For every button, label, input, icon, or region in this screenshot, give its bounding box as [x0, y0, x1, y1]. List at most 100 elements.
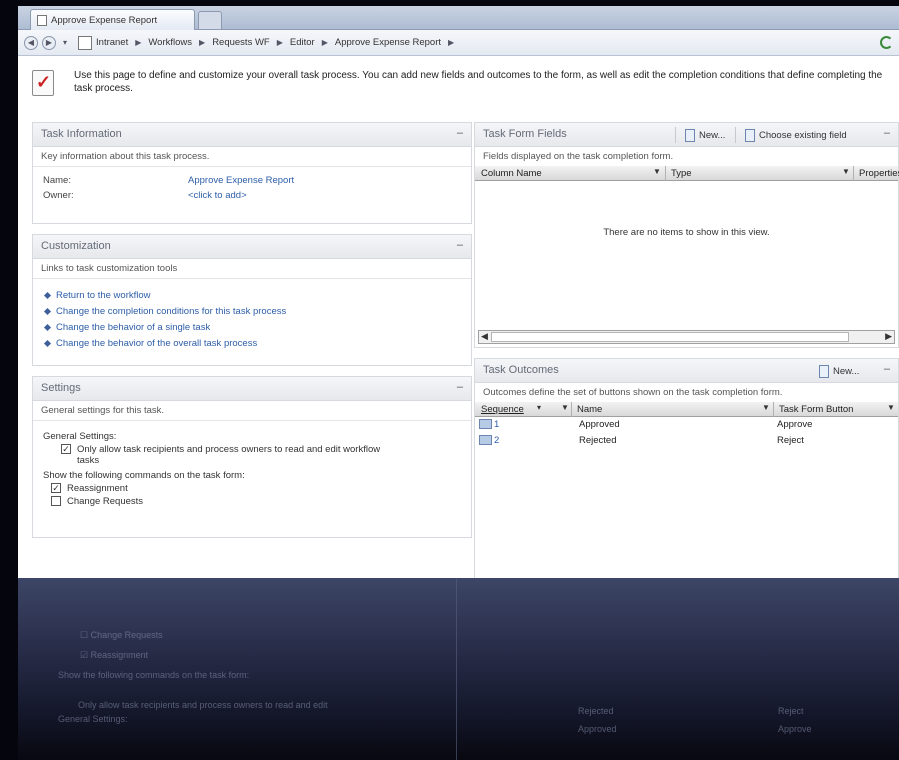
dropdown-icon[interactable]: ▼	[762, 403, 770, 412]
owner-row: Owner: <click to add>	[33, 190, 471, 205]
outcome-name: Approved	[579, 419, 620, 430]
task-form-fields-panel: Task Form Fields New... Choose existing …	[474, 122, 899, 348]
intro-text: Use this page to define and customize yo…	[74, 70, 883, 94]
scroll-left-icon[interactable]: ◀	[481, 331, 488, 342]
dropdown-icon[interactable]: ▼	[842, 167, 850, 176]
link-text[interactable]: Change the completion conditions for thi…	[56, 306, 286, 317]
change-requests-checkbox[interactable]	[51, 496, 61, 506]
customization-panel: Customization – Links to task customizat…	[32, 234, 472, 366]
name-value[interactable]: Approve Expense Report	[188, 175, 294, 186]
name-header[interactable]: Name	[577, 404, 602, 415]
type-header[interactable]: Type	[671, 168, 692, 179]
collapse-icon[interactable]: –	[884, 127, 890, 139]
table-row[interactable]: 2 Rejected Reject	[475, 433, 898, 449]
new-document-icon	[819, 364, 829, 378]
back-button[interactable]: ◀	[24, 35, 38, 50]
link-text[interactable]: Change the behavior of the overall task …	[56, 338, 257, 349]
dropdown-icon[interactable]: ▼	[561, 403, 569, 412]
collapse-icon[interactable]: –	[457, 127, 463, 139]
new-tab-button[interactable]	[198, 11, 222, 29]
task-form-fields-description: Fields displayed on the task completion …	[483, 151, 674, 162]
customization-links: Return to the workflow Change the comple…	[33, 279, 471, 359]
column-name-header[interactable]: Column Name	[481, 168, 542, 179]
settings-title: Settings	[41, 382, 81, 394]
address-bar: ◀ ▶ ▾ Intranet ▶ Workflows ▶ Requests WF…	[18, 30, 899, 56]
restrict-access-option: ✓ Only allow task recipients and process…	[61, 444, 461, 466]
outcomes-grid-header: Sequence ▾ ▼ Name ▼ Task Form Button ▼	[475, 402, 898, 417]
scroll-right-icon[interactable]: ▶	[885, 331, 892, 342]
owner-value[interactable]: <click to add>	[188, 190, 247, 201]
table-row[interactable]: 1 Approved Approve	[475, 417, 898, 433]
collapse-icon[interactable]: –	[457, 239, 463, 251]
reflection-text: ☑ Reassignment	[80, 650, 149, 660]
task-information-panel: Task Information – Key information about…	[32, 122, 472, 224]
horizontal-scrollbar[interactable]: ◀ ▶	[478, 330, 895, 344]
link-text[interactable]: Return to the workflow	[56, 290, 151, 301]
task-form-fields-header: Task Form Fields New... Choose existing …	[475, 123, 898, 147]
task-outcomes-panel: Task Outcomes New... – Outcomes define t…	[474, 358, 899, 578]
dropdown-icon[interactable]: ▼	[887, 403, 895, 412]
task-information-title: Task Information	[41, 128, 122, 140]
bullet-icon	[43, 291, 52, 299]
bullet-icon	[43, 323, 52, 331]
column-separator	[773, 402, 774, 417]
reflection-text: Approved	[578, 724, 617, 734]
sort-icon[interactable]: ▾	[537, 403, 541, 412]
restrict-access-checkbox[interactable]: ✓	[61, 444, 71, 454]
change-requests-option: Change Requests	[51, 496, 461, 507]
tab-title: Approve Expense Report	[51, 14, 158, 26]
breadcrumb-approve-expense-report[interactable]: Approve Expense Report	[335, 37, 441, 48]
refresh-icon[interactable]	[880, 36, 893, 49]
owner-label: Owner:	[43, 190, 74, 201]
column-separator	[665, 166, 666, 181]
collapse-icon[interactable]: –	[457, 381, 463, 393]
link-change-completion-conditions[interactable]: Change the completion conditions for thi…	[43, 303, 459, 319]
name-row: Name: Approve Expense Report	[33, 175, 471, 190]
new-field-button[interactable]: New...	[681, 127, 729, 143]
outcome-sequence[interactable]: 2	[494, 435, 499, 446]
link-return-to-workflow[interactable]: Return to the workflow	[43, 287, 459, 303]
outcome-sequence[interactable]: 1	[494, 419, 499, 430]
task-form-button-header[interactable]: Task Form Button	[779, 404, 853, 415]
outcome-icon	[479, 435, 492, 445]
scroll-thumb[interactable]	[491, 332, 849, 342]
history-dropdown-icon[interactable]: ▾	[63, 38, 67, 47]
breadcrumb-requests-wf[interactable]: Requests WF	[212, 37, 270, 48]
outcome-name: Rejected	[579, 435, 617, 446]
restrict-access-label: Only allow task recipients and process o…	[77, 444, 381, 466]
tab-approve-expense-report[interactable]: Approve Expense Report	[30, 9, 195, 30]
link-change-single-task[interactable]: Change the behavior of a single task	[43, 319, 459, 335]
change-requests-label: Change Requests	[67, 496, 144, 507]
reflection-text: Approve	[778, 724, 812, 734]
sequence-header[interactable]: Sequence	[481, 404, 524, 415]
forward-button[interactable]: ▶	[42, 35, 56, 50]
bullet-icon	[43, 307, 52, 315]
name-label: Name:	[43, 175, 71, 186]
breadcrumb-separator-icon: ▶	[135, 38, 142, 47]
task-information-description: Key information about this task process.	[33, 147, 471, 167]
checklist-icon	[32, 70, 54, 96]
link-text[interactable]: Change the behavior of a single task	[56, 322, 210, 333]
dropdown-icon[interactable]: ▼	[653, 167, 661, 176]
breadcrumb-workflows[interactable]: Workflows	[148, 37, 192, 48]
choose-existing-field-button[interactable]: Choose existing field	[741, 127, 851, 143]
breadcrumb-separator-icon: ▶	[321, 38, 328, 47]
breadcrumb-separator-icon: ▶	[276, 38, 283, 47]
collapse-icon[interactable]: –	[884, 363, 890, 375]
page-icon	[37, 14, 47, 26]
reflection-text: Reject	[778, 706, 804, 716]
breadcrumb-editor[interactable]: Editor	[290, 37, 315, 48]
column-separator	[571, 402, 572, 417]
reassignment-label: Reassignment	[67, 483, 128, 494]
link-change-overall-process[interactable]: Change the behavior of the overall task …	[43, 335, 459, 351]
settings-header: Settings –	[33, 377, 471, 401]
toolbar-separator	[675, 127, 676, 143]
toolbar-separator	[735, 127, 736, 143]
breadcrumb-intranet[interactable]: Intranet	[96, 37, 128, 48]
new-outcome-button[interactable]: New...	[815, 363, 863, 379]
intro-section: Use this page to define and customize yo…	[32, 66, 892, 110]
column-separator	[853, 166, 854, 181]
properties-header[interactable]: Properties	[859, 168, 899, 179]
screen-reflection: ☐ Change Requests ☑ Reassignment Show th…	[18, 578, 899, 760]
reassignment-checkbox[interactable]: ✓	[51, 483, 61, 493]
